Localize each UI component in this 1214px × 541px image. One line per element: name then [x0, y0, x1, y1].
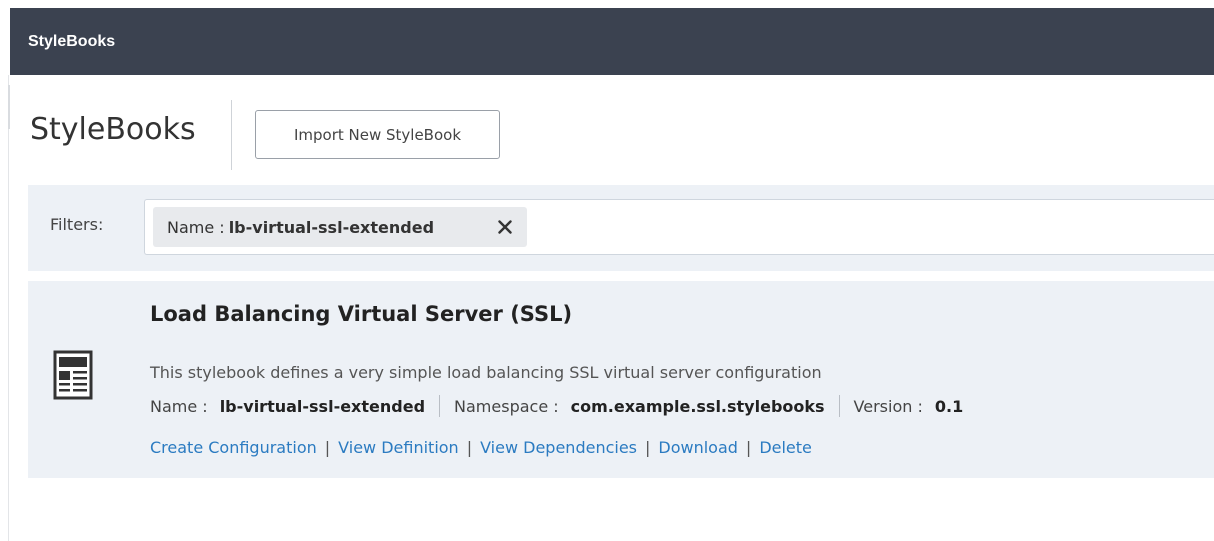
filter-chip-key: Name : [167, 217, 225, 237]
filter-chip-name[interactable]: Name : lb-virtual-ssl-extended [153, 207, 527, 247]
meta-separator [439, 395, 441, 417]
document-layout-icon [53, 350, 93, 400]
stylebook-card: Load Balancing Virtual Server (SSL) This… [28, 281, 1214, 478]
stylebook-description: This stylebook defines a very simple loa… [150, 363, 822, 382]
delete-link[interactable]: Delete [759, 438, 812, 457]
action-separator: | [745, 438, 752, 457]
action-separator: | [645, 438, 651, 457]
download-link[interactable]: Download [658, 438, 738, 457]
filter-input[interactable]: Name : lb-virtual-ssl-extended [144, 199, 1214, 255]
view-definition-link[interactable]: View Definition [338, 438, 459, 457]
close-icon[interactable] [495, 217, 515, 237]
create-configuration-link[interactable]: Create Configuration [150, 438, 317, 457]
version-label: Version : [853, 396, 923, 416]
meta-separator [838, 395, 840, 417]
stylebook-actions: Create Configuration | View Definition |… [150, 438, 812, 457]
stylebook-title: Load Balancing Virtual Server (SSL) [150, 302, 573, 326]
namespace-value: com.example.ssl.stylebooks [570, 396, 825, 416]
namespace-label: Namespace : [454, 396, 559, 416]
filters-panel: Filters: Name : lb-virtual-ssl-extended [28, 185, 1214, 271]
name-label: Name : [150, 396, 208, 416]
name-value: lb-virtual-ssl-extended [219, 396, 426, 416]
import-new-stylebook-button[interactable]: Import New StyleBook [255, 110, 500, 159]
filter-chip-value: lb-virtual-ssl-extended [228, 217, 435, 237]
filters-label: Filters: [50, 215, 104, 234]
header-title: StyleBooks [28, 32, 116, 50]
title-divider [231, 100, 232, 170]
left-border-accent [8, 85, 10, 129]
page-title: StyleBooks [30, 112, 196, 147]
action-separator: | [466, 438, 473, 457]
stylebook-metadata: Name : lb-virtual-ssl-extended Namespace… [150, 395, 963, 417]
top-strip [0, 0, 1214, 8]
view-dependencies-link[interactable]: View Dependencies [480, 438, 637, 457]
version-value: 0.1 [934, 396, 964, 416]
left-border [8, 75, 9, 541]
action-separator: | [324, 438, 331, 457]
header-bar: StyleBooks [10, 8, 1214, 75]
